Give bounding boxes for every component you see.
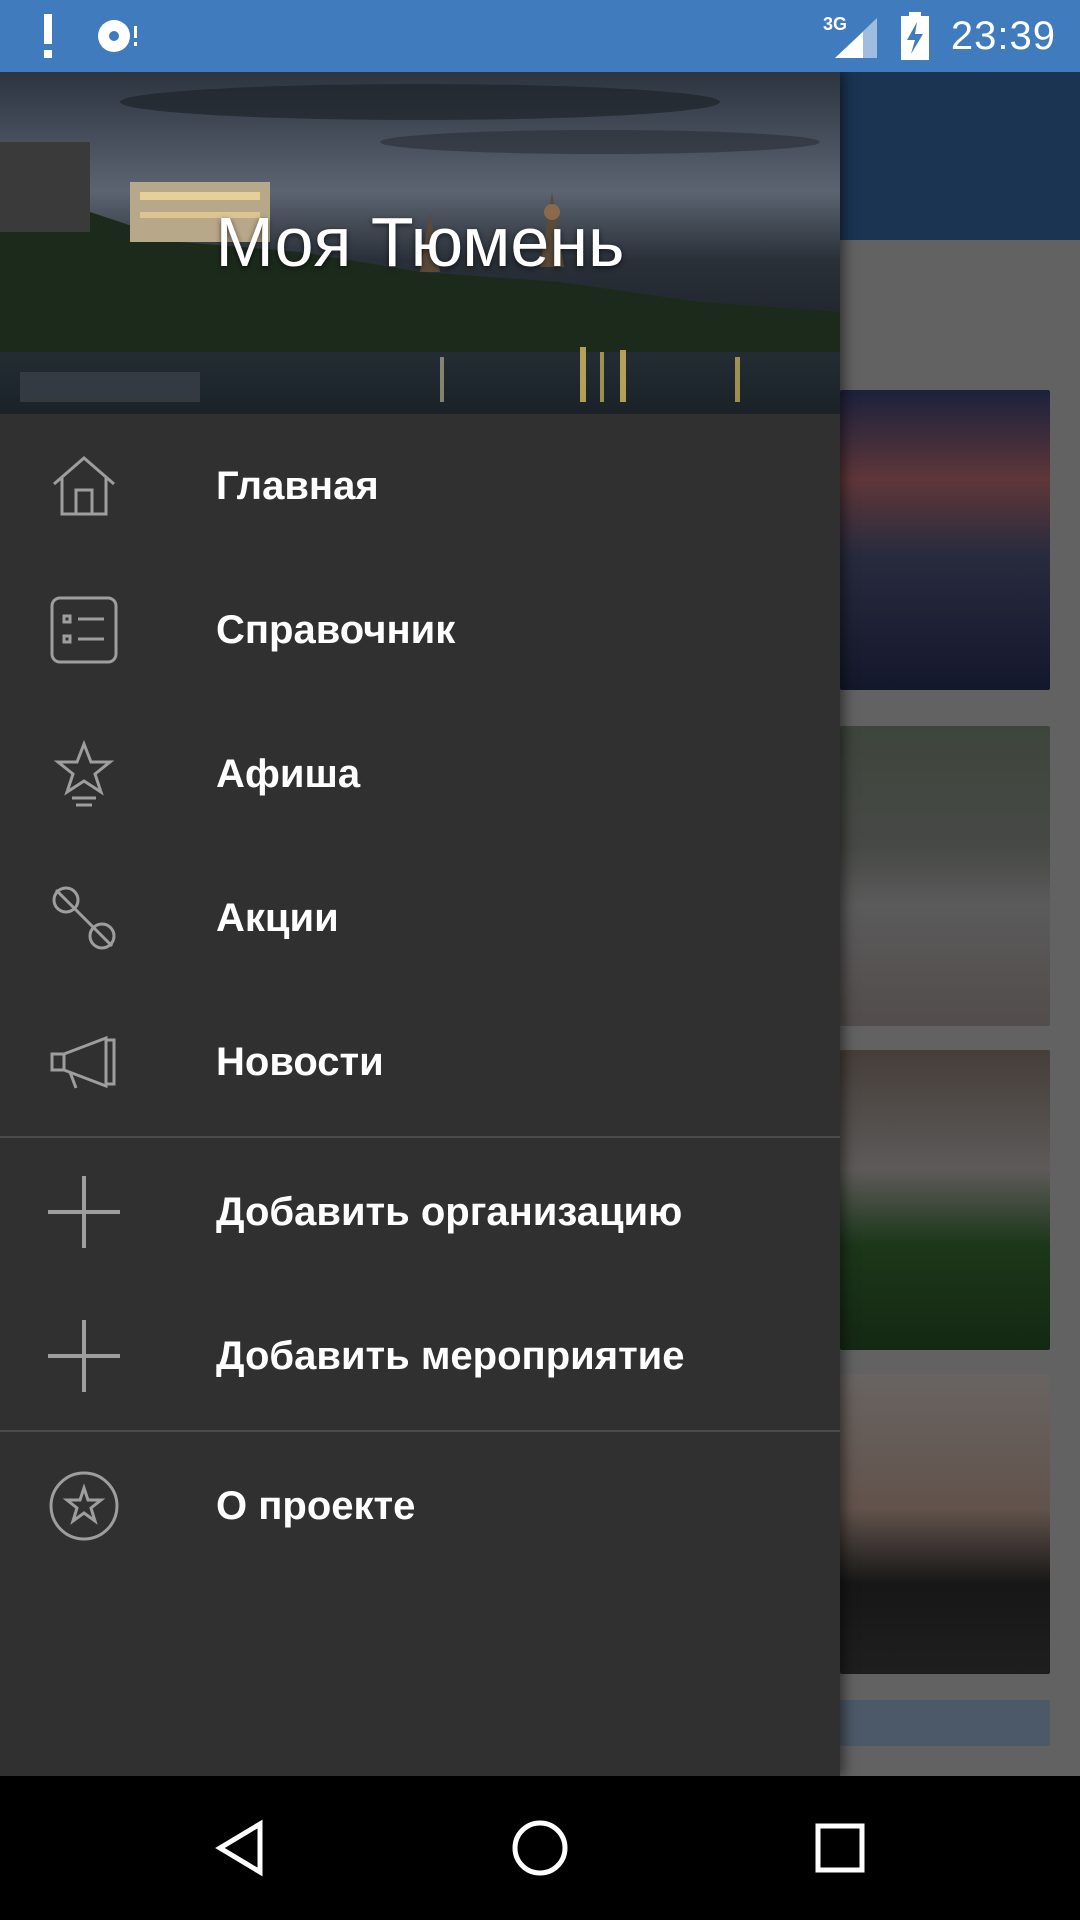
percent-icon [52, 886, 116, 950]
megaphone-icon [50, 1035, 116, 1089]
menu-item-promotions[interactable]: Акции [0, 846, 840, 990]
alert-icon [44, 14, 52, 58]
menu-item-news[interactable]: Новости [0, 990, 840, 1134]
menu-item-label: Новости [216, 1039, 384, 1084]
divider [0, 1136, 840, 1138]
svg-text:3G: 3G [823, 14, 847, 34]
system-nav-bar [0, 1776, 1080, 1920]
back-icon[interactable] [210, 1818, 270, 1878]
clock: 23:39 [950, 13, 1056, 58]
menu-item-label: Афиша [216, 751, 361, 796]
drawer-title: Моя Тюмень [215, 203, 625, 281]
drawer-header: Моя Тюмень [0, 72, 840, 414]
navigation-drawer: Моя Тюмень Главная Справочник Афиша Акци… [0, 72, 840, 1776]
menu-item-directory[interactable]: Справочник [0, 558, 840, 702]
divider [0, 1430, 840, 1432]
home-icon [53, 456, 115, 516]
drawer-menu: Главная Справочник Афиша Акции Новости Д… [0, 414, 840, 1578]
home-circle-icon[interactable] [510, 1818, 570, 1878]
menu-item-label: Добавить организацию [216, 1189, 683, 1234]
recents-icon[interactable] [810, 1818, 870, 1878]
status-bar: 3G 23:39 [0, 0, 1080, 72]
menu-item-label: Добавить мероприятие [216, 1333, 685, 1378]
menu-item-about[interactable]: О проекте [0, 1434, 840, 1578]
star-poster-icon [53, 739, 115, 807]
menu-item-label: Акции [216, 895, 339, 940]
menu-item-add-event[interactable]: Добавить мероприятие [0, 1284, 840, 1428]
menu-item-label: О проекте [216, 1483, 416, 1528]
menu-item-home[interactable]: Главная [0, 414, 840, 558]
directory-list-icon [50, 596, 118, 664]
star-circle-icon [49, 1471, 119, 1541]
menu-item-afisha[interactable]: Афиша [0, 702, 840, 846]
menu-item-add-organization[interactable]: Добавить организацию [0, 1140, 840, 1284]
sync-disc-icon [98, 20, 137, 52]
battery-charging-icon [900, 12, 929, 60]
menu-item-label: Справочник [216, 607, 456, 652]
signal-icon: 3G [823, 14, 877, 58]
plus-icon [48, 1176, 120, 1248]
menu-item-label: Главная [216, 463, 379, 508]
plus-icon [48, 1320, 120, 1392]
